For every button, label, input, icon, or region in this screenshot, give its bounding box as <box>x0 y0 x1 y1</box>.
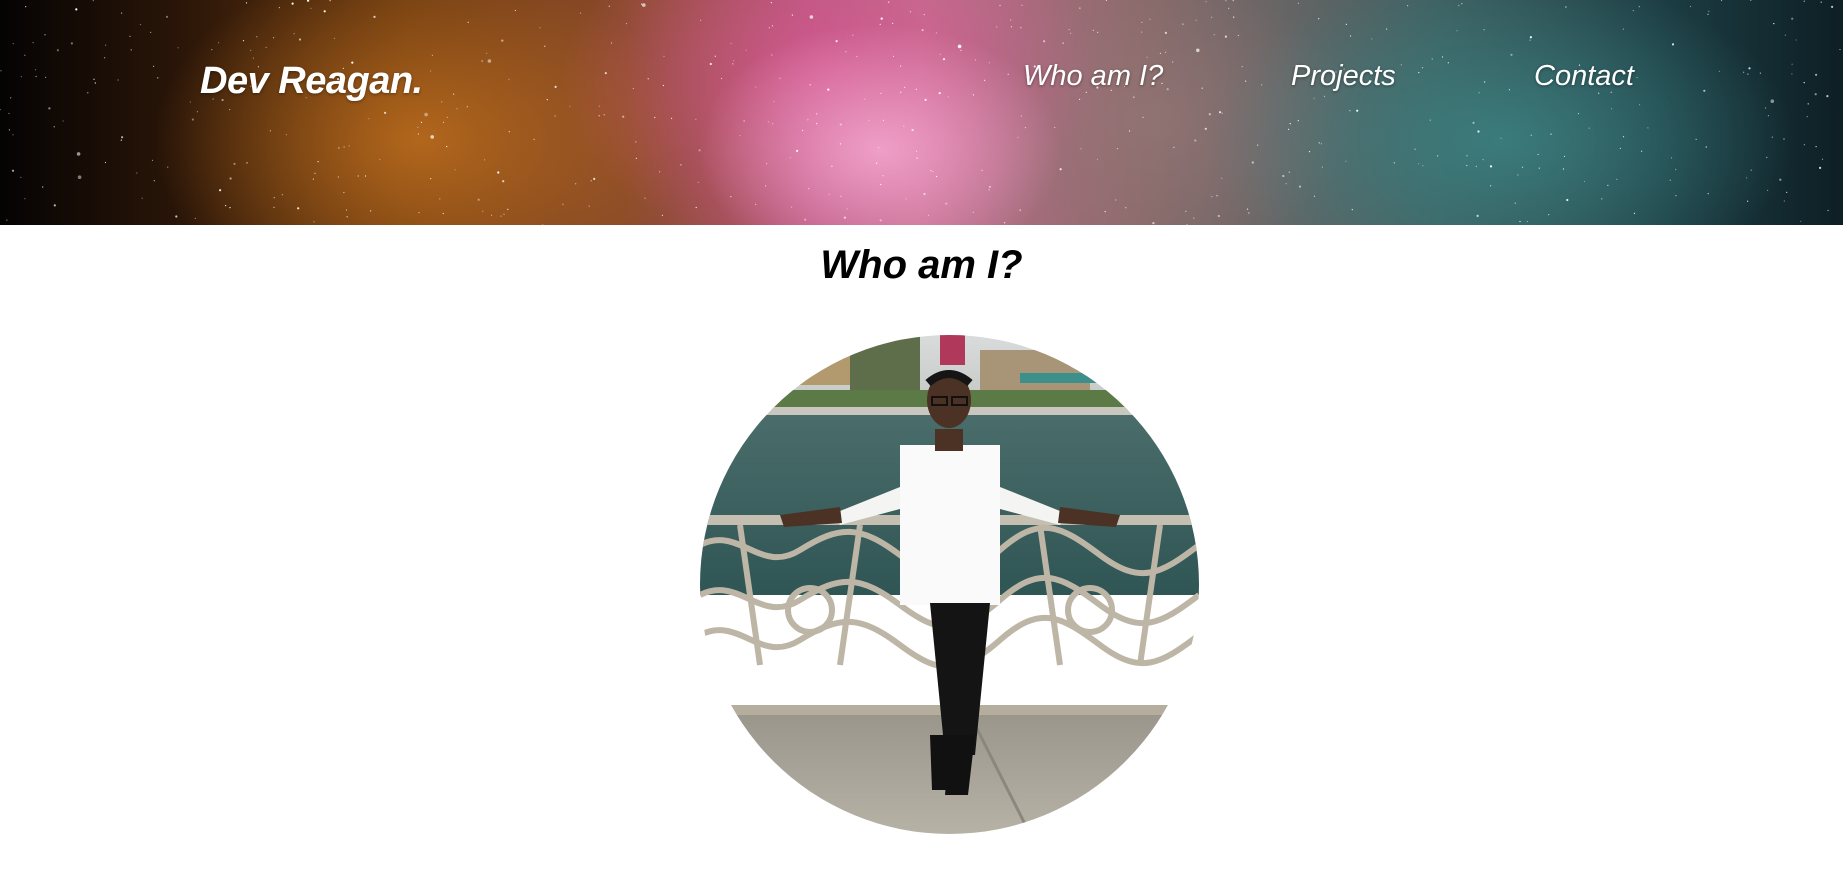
nav-link-projects[interactable]: Projects <box>1291 60 1396 93</box>
profile-photo <box>700 335 1199 834</box>
starfield-background <box>0 0 1841 225</box>
nav-link-who-am-i[interactable]: Who am I? <box>1023 60 1163 93</box>
section-title: Who am I? <box>820 243 1023 287</box>
nav-link-contact[interactable]: Contact <box>1534 60 1634 93</box>
hero-header: Dev Reagan. Who am I? Projects Contact <box>0 0 1843 225</box>
site-logo[interactable]: Dev Reagan. <box>200 60 423 103</box>
